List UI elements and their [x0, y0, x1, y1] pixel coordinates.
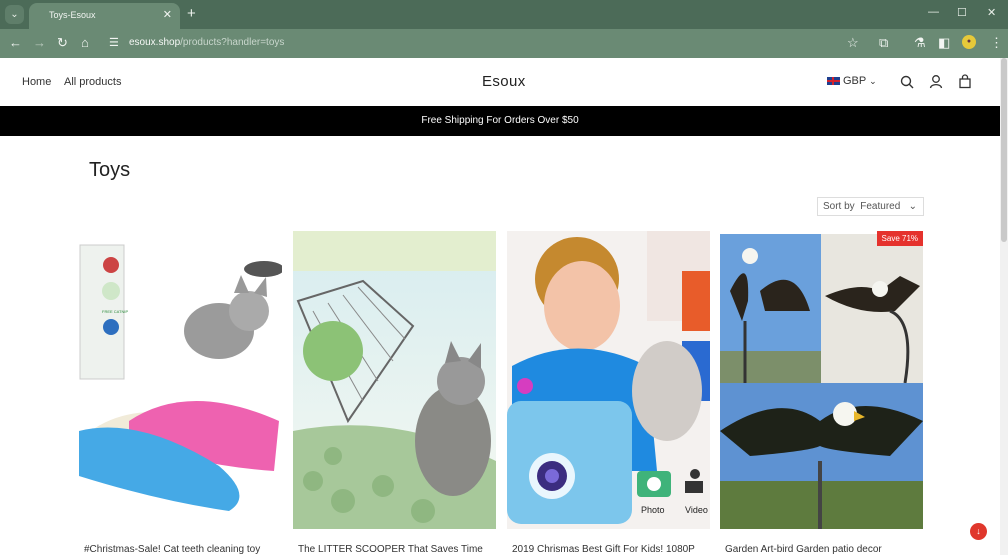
scrollbar-thumb[interactable] — [1001, 58, 1007, 242]
page-title: Toys — [89, 159, 131, 181]
chat-icon[interactable]: ↓ — [970, 523, 987, 540]
site-header: Home All products Esoux GBP ⌄ — [0, 58, 1000, 106]
site-info-icon[interactable]: ☰ — [109, 35, 119, 51]
reload-icon[interactable]: ↻ — [57, 35, 68, 51]
product-image[interactable]: FREE CATNIP — [79, 231, 282, 529]
product-image[interactable]: Photo Video — [507, 231, 710, 529]
nav-all-products[interactable]: All products — [64, 76, 121, 88]
chevron-down-icon: ⌄ — [908, 201, 917, 212]
site-logo[interactable]: Esoux — [482, 73, 526, 90]
tab-title: Toys-Esoux — [49, 10, 96, 20]
package-text: FREE CATNIP — [102, 309, 128, 314]
currency-label: GBP — [843, 75, 867, 87]
sort-label: Sort by — [823, 201, 855, 212]
sort-dropdown[interactable]: Sort by Featured ⌄ — [817, 197, 924, 216]
url-path: /products?handler=toys — [180, 37, 285, 48]
url-host: esoux.shop — [129, 37, 181, 48]
profile-icon[interactable]: ● — [962, 35, 976, 49]
chevron-down-icon: ⌄ — [869, 76, 877, 86]
announcement-bar: Free Shipping For Orders Over $50 — [0, 106, 1000, 136]
account-icon[interactable] — [929, 74, 943, 89]
page-content: Home All products Esoux GBP ⌄ Free Shipp… — [0, 58, 1000, 555]
cart-icon[interactable] — [958, 74, 972, 89]
uk-flag-icon — [827, 77, 840, 86]
extensions-icon[interactable]: ⧉ — [879, 35, 888, 51]
product-title[interactable]: 2019 Chrismas Best Gift For Kids! 1080P — [512, 544, 705, 555]
sort-value: Featured — [860, 201, 901, 212]
home-icon[interactable]: ⌂ — [81, 35, 89, 51]
page-scrollbar[interactable] — [1000, 58, 1008, 555]
sidebar-icon[interactable]: ◧ — [938, 35, 950, 51]
bookmark-star-icon[interactable]: ☆ — [847, 35, 859, 51]
maximize-icon[interactable]: ☐ — [957, 6, 967, 19]
active-tab[interactable]: Toys-Esoux ✕ — [29, 3, 180, 29]
browser-toolbar: ← → ↻ ⌂ ☰ esoux.shop/products?handler=to… — [0, 29, 1008, 58]
window-close-icon[interactable]: ✕ — [987, 6, 996, 19]
tab-close-icon[interactable]: ✕ — [163, 8, 172, 21]
product-title[interactable]: The LITTER SCOOPER That Saves Time — [298, 544, 491, 555]
tab-dropdown-icon[interactable]: ⌄ — [5, 5, 24, 24]
search-icon[interactable] — [900, 75, 914, 89]
new-tab-icon[interactable]: + — [187, 5, 196, 23]
minimize-icon[interactable]: — — [928, 6, 939, 18]
back-icon[interactable]: ← — [9, 35, 22, 51]
video-label: Video — [685, 505, 708, 515]
product-image[interactable]: Save 71% — [720, 231, 923, 529]
labs-icon[interactable]: ⚗ — [914, 35, 926, 51]
product-title[interactable]: Garden Art-bird Garden patio decor — [725, 544, 918, 555]
forward-icon[interactable]: → — [33, 35, 46, 51]
photo-label: Photo — [641, 505, 665, 515]
product-title[interactable]: #Christmas-Sale! Cat teeth cleaning toy — [84, 544, 277, 555]
sale-badge: Save 71% — [876, 231, 923, 246]
tab-bar: ⌄ Toys-Esoux ✕ + — ☐ ✕ — [0, 0, 1008, 29]
nav-home[interactable]: Home — [22, 76, 51, 88]
browser-chrome: ⌄ Toys-Esoux ✕ + — ☐ ✕ ← → ↻ ⌂ ☰ esoux.s… — [0, 0, 1008, 58]
more-icon[interactable]: ⋮ — [990, 35, 1003, 51]
address-bar[interactable]: ☰ esoux.shop/products?handler=toys ☆ — [105, 32, 867, 55]
product-image[interactable] — [293, 231, 496, 529]
currency-selector[interactable]: GBP ⌄ — [827, 75, 877, 87]
url-text: esoux.shop/products?handler=toys — [129, 37, 284, 48]
